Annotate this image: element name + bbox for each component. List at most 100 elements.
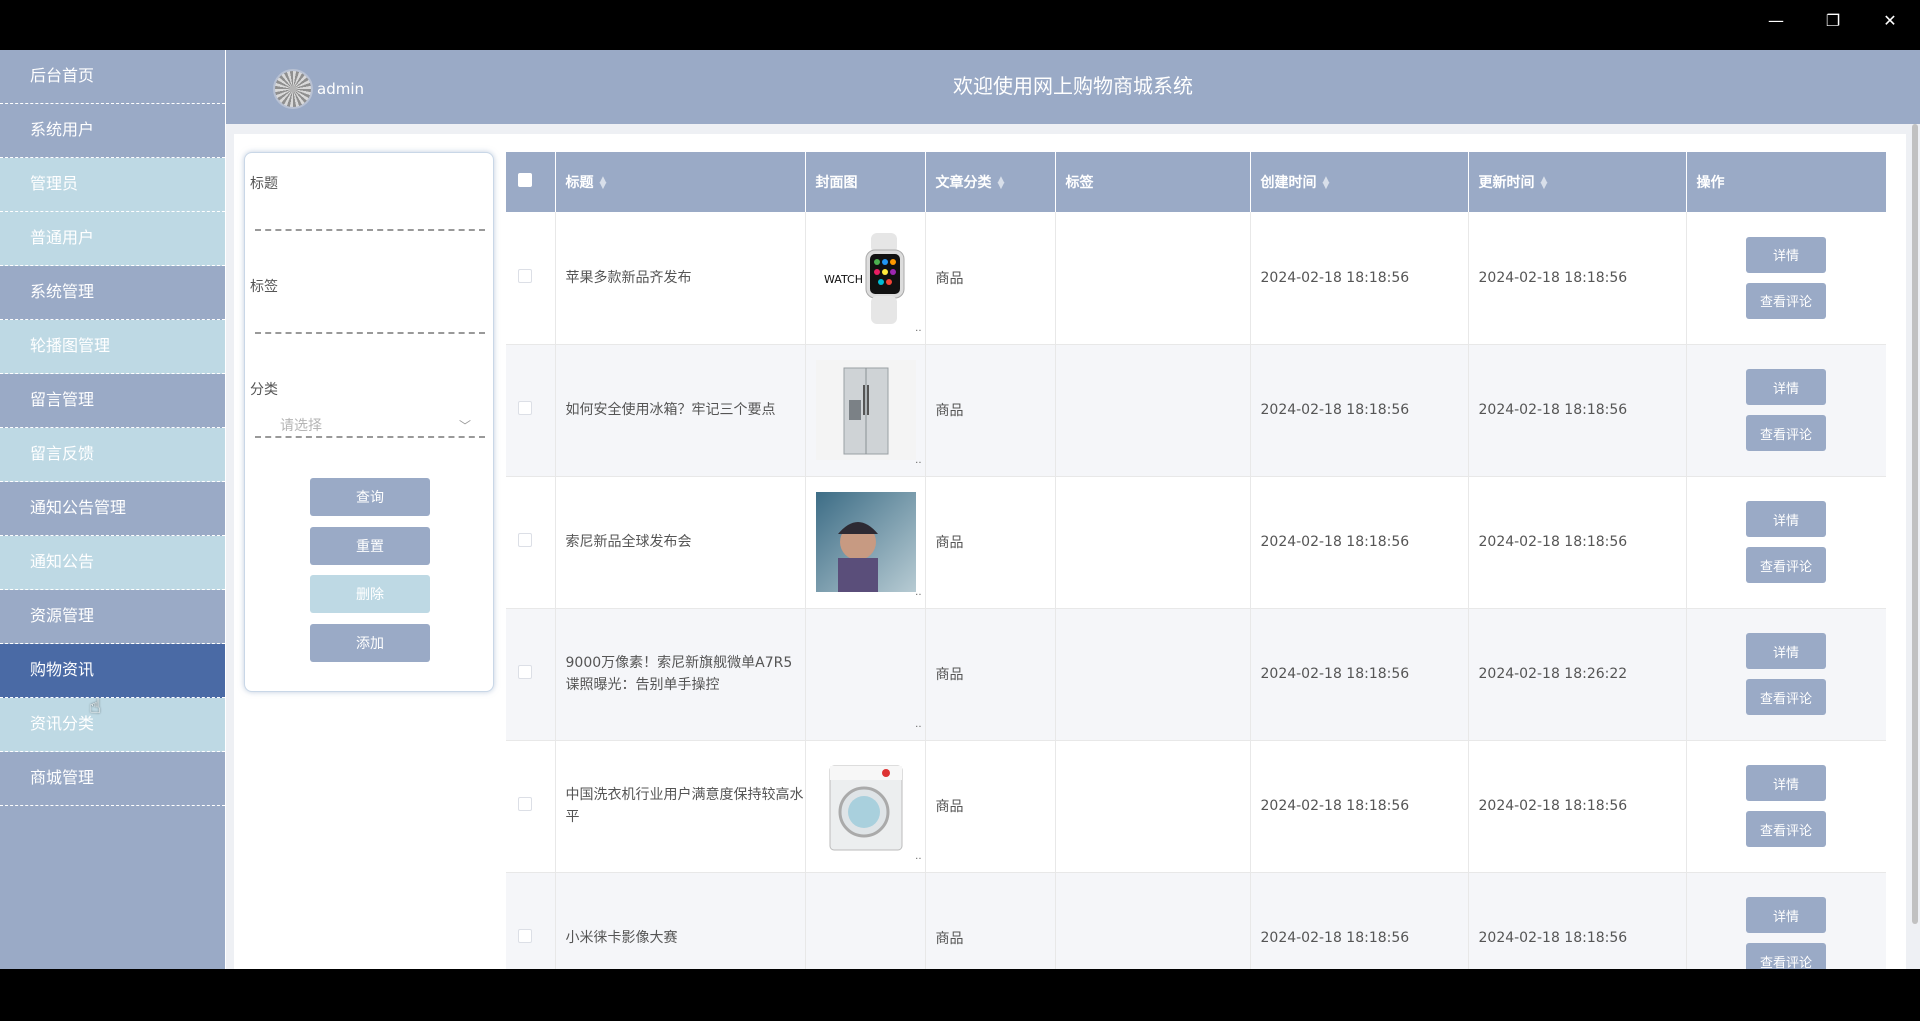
tag-cell [1055,608,1251,741]
search-form: 标题 标签 分类 请选择 ﹀ 查询 重置 删除 添加 [244,152,494,692]
sidebar-item[interactable]: 轮播图管理 [0,320,225,374]
updated-cell: 2024-02-18 18:26:22 [1468,608,1687,741]
column-created-label: 创建时间 [1260,175,1317,191]
row-select-cell [506,344,556,477]
detail-button[interactable]: 详情 [1746,369,1826,405]
content-panel: 标题 标签 分类 请选择 ﹀ 查询 重置 删除 添加 标题 ▲ ▼ 封面图 文章… [234,134,1906,969]
cover-image[interactable]: WATCH.. [815,227,922,334]
sidebar-item[interactable]: 通知公告 [0,536,225,590]
row-checkbox[interactable] [518,401,532,415]
column-cover: 封面图 [805,152,926,212]
sidebar-item[interactable]: 商城管理 [0,752,225,806]
category-select[interactable]: 请选择 [280,415,322,435]
view-comments-button[interactable]: 查看评论 [1746,943,1826,969]
column-tag: 标签 [1055,152,1251,212]
title-cell: 苹果多款新品齐发布 [555,212,806,345]
title-input[interactable] [255,198,485,228]
ops-cell: 详情 查看评论 [1686,872,1886,969]
table-row: 如何安全使用冰箱？牢记三个要点.. 商品 2024-02-18 18:18:56 20… [506,344,1886,477]
cover-image[interactable]: .. [815,492,922,598]
page-scrollbar[interactable] [1912,124,1918,924]
cover-image[interactable]: .. [815,360,922,466]
sidebar-item[interactable]: 管理员 [0,158,225,212]
view-comments-button[interactable]: 查看评论 [1746,679,1826,715]
column-title[interactable]: 标题 ▲ ▼ [555,152,806,212]
cover-image: .. [816,888,916,969]
tag-cell [1055,740,1251,873]
detail-button[interactable]: 详情 [1746,765,1826,801]
column-created[interactable]: 创建时间 ▲ ▼ [1250,152,1469,212]
detail-button[interactable]: 详情 [1746,633,1826,669]
title-field-underline [255,229,485,231]
sidebar-item[interactable]: 购物资讯 [0,644,225,698]
row-select-cell [506,476,556,609]
updated-cell: 2024-02-18 18:18:56 [1468,740,1687,873]
window-titlebar: — ❐ ✕ [0,0,1920,50]
add-button[interactable]: 添加 [310,624,430,662]
row-checkbox[interactable] [518,797,532,811]
sort-icon[interactable]: ▲ ▼ [600,176,607,191]
column-category-label: 文章分类 [935,175,992,191]
select-all-checkbox[interactable] [518,173,532,187]
tag-cell [1055,476,1251,609]
ellipsis-icon: .. [915,851,922,862]
row-select-cell [506,608,556,741]
updated-cell: 2024-02-18 18:18:56 [1468,872,1687,969]
close-window-button[interactable]: ✕ [1862,0,1918,40]
sort-icon[interactable]: ▲ ▼ [1323,176,1330,191]
sidebar-item[interactable]: 后台首页 [0,50,225,104]
query-button[interactable]: 查询 [310,478,430,516]
row-checkbox[interactable] [518,268,532,283]
column-updated[interactable]: 更新时间 ▲ ▼ [1468,152,1687,212]
detail-button[interactable]: 详情 [1746,897,1826,933]
category-cell: 商品 [925,740,1056,873]
view-comments-button[interactable]: 查看评论 [1746,282,1826,319]
sidebar-item[interactable]: 通知公告管理 [0,482,225,536]
ellipsis-icon: .. [915,587,922,598]
title-cell: 9000万像素！索尼新旗舰微单A7R5谍照曝光：告别单手操控 [555,608,806,741]
minimize-button[interactable]: — [1748,0,1804,40]
row-select-cell [506,740,556,873]
sidebar-item[interactable]: 系统管理 [0,266,225,320]
view-comments-button[interactable]: 查看评论 [1746,547,1826,583]
cover-image[interactable]: .. [815,756,922,862]
column-category[interactable]: 文章分类 ▲ ▼ [925,152,1056,212]
column-ops-label: 操作 [1696,175,1725,191]
reset-button[interactable]: 重置 [310,527,430,565]
row-checkbox[interactable] [518,929,532,943]
column-title-label: 标题 [565,175,594,191]
title-cell: 索尼新品全球发布会 [555,476,806,609]
row-select-cell [506,212,556,345]
tag-field-label: 标签 [250,279,278,295]
sidebar-item[interactable]: 留言管理 [0,374,225,428]
row-select-cell [506,872,556,969]
detail-button[interactable]: 详情 [1746,501,1826,537]
view-comments-button[interactable]: 查看评论 [1746,811,1826,847]
sort-icon[interactable]: ▲ ▼ [1541,176,1548,191]
select-all-cell [506,152,556,212]
created-cell: 2024-02-18 18:18:56 [1250,212,1469,345]
sort-icon[interactable]: ▲ ▼ [998,176,1005,191]
view-comments-button[interactable]: 查看评论 [1746,415,1826,451]
column-ops: 操作 [1686,152,1886,212]
detail-button[interactable]: 详情 [1746,236,1826,273]
tag-cell [1055,872,1251,969]
sidebar-item[interactable]: 资讯分类 [0,698,225,752]
mouse-pointer-icon: ☝ [89,694,102,718]
ellipsis-icon: .. [915,455,922,466]
cover-cell: .. [805,608,926,741]
updated-cell: 2024-02-18 18:18:56 [1468,344,1687,477]
cover-cell: WATCH.. [805,212,926,345]
sidebar-item[interactable]: 系统用户 [0,104,225,158]
sidebar-item[interactable]: 资源管理 [0,590,225,644]
row-checkbox[interactable] [518,533,532,547]
row-checkbox[interactable] [518,665,532,679]
sidebar-item[interactable]: 留言反馈 [0,428,225,482]
sidebar-item[interactable]: 普通用户 [0,212,225,266]
column-tag-label: 标签 [1065,175,1094,191]
ops-cell: 详情 查看评论 [1686,476,1886,609]
maximize-button[interactable]: ❐ [1805,0,1861,40]
table-row: 小米徕卡影像大赛..商品 2024-02-18 18:18:562024-02-1… [506,872,1886,969]
delete-button[interactable]: 删除 [310,575,430,613]
tag-input[interactable] [255,301,485,331]
